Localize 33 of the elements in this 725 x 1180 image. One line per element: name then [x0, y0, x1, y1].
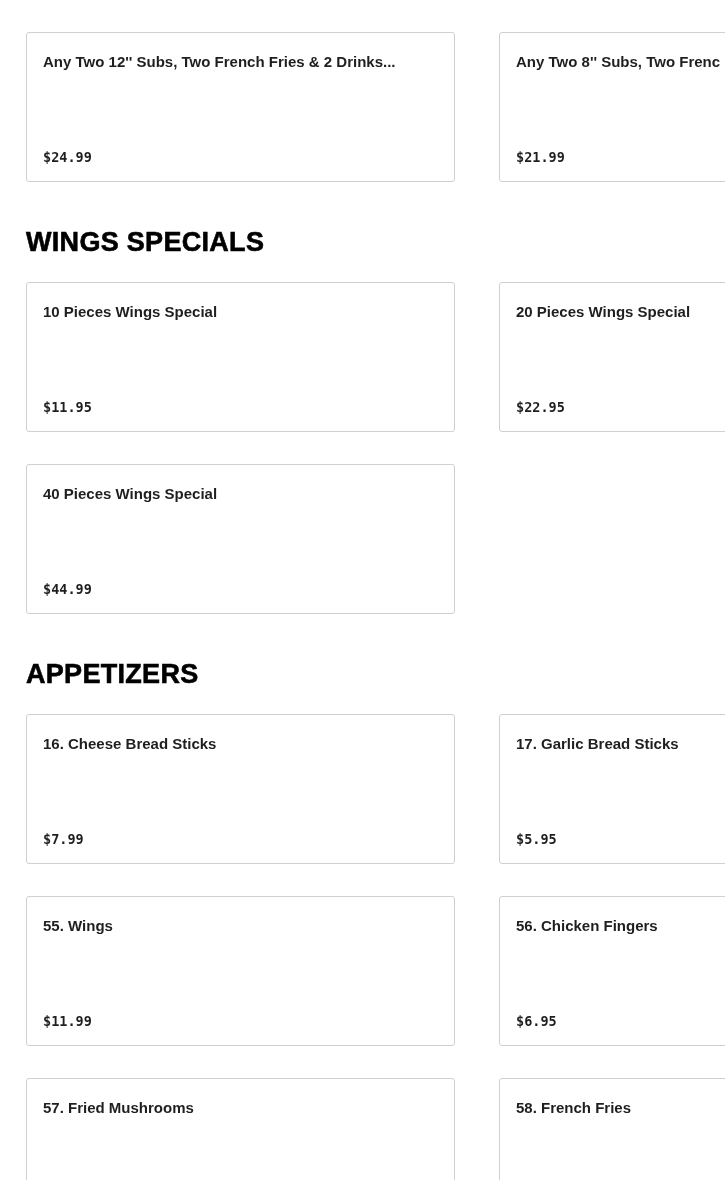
item-name: 58. French Fries [516, 1098, 632, 1118]
item-price: $24.99 [43, 149, 92, 165]
item-price: $11.99 [43, 1013, 92, 1029]
section-heading: WINGS SPECIALS [26, 226, 266, 258]
section-heading: APPETIZERS [26, 658, 200, 690]
item-name: 20 Pieces Wings Special [516, 302, 691, 322]
menu-item-card[interactable]: 17. Garlic Bread Sticks $5.95 [499, 714, 725, 864]
item-name: 55. Wings [43, 916, 113, 936]
menu-item-card[interactable]: 20 Pieces Wings Special $22.95 [499, 282, 725, 432]
item-name: 56. Chicken Fingers [516, 916, 658, 936]
item-name: 17. Garlic Bread Sticks [516, 734, 679, 754]
item-price: $44.99 [43, 581, 92, 597]
item-price: $22.95 [516, 399, 565, 415]
menu-item-card[interactable]: 56. Chicken Fingers $6.95 [499, 896, 725, 1046]
item-name: Any Two 8'' Subs, Two Frenc [516, 52, 721, 72]
item-price: $7.99 [43, 831, 84, 847]
menu-item-card[interactable]: Any Two 12'' Subs, Two French Fries & 2 Drinks... $24.99 [26, 32, 455, 182]
menu-item-card[interactable]: 58. French Fries [499, 1078, 725, 1180]
item-name: 40 Pieces Wings Special [43, 484, 218, 504]
item-price: $6.95 [516, 1013, 557, 1029]
item-price: $5.95 [516, 831, 557, 847]
item-price: $11.95 [43, 399, 92, 415]
item-name: 16. Cheese Bread Sticks [43, 734, 217, 754]
menu-item-card[interactable]: Any Two 8'' Subs, Two Frenc $21.99 [499, 32, 725, 182]
menu-item-card[interactable]: 55. Wings $11.99 [26, 896, 455, 1046]
item-name: 57. Fried Mushrooms [43, 1098, 194, 1118]
item-name: Any Two 12'' Subs, Two French Fries & 2 Drinks... [43, 52, 396, 72]
menu-item-card[interactable]: 57. Fried Mushrooms [26, 1078, 455, 1180]
menu-item-card[interactable]: 10 Pieces Wings Special $11.95 [26, 282, 455, 432]
menu-item-card[interactable]: 16. Cheese Bread Sticks $7.99 [26, 714, 455, 864]
item-price: $21.99 [516, 149, 565, 165]
item-name: 10 Pieces Wings Special [43, 302, 218, 322]
menu-item-card[interactable]: 40 Pieces Wings Special $44.99 [26, 464, 455, 614]
